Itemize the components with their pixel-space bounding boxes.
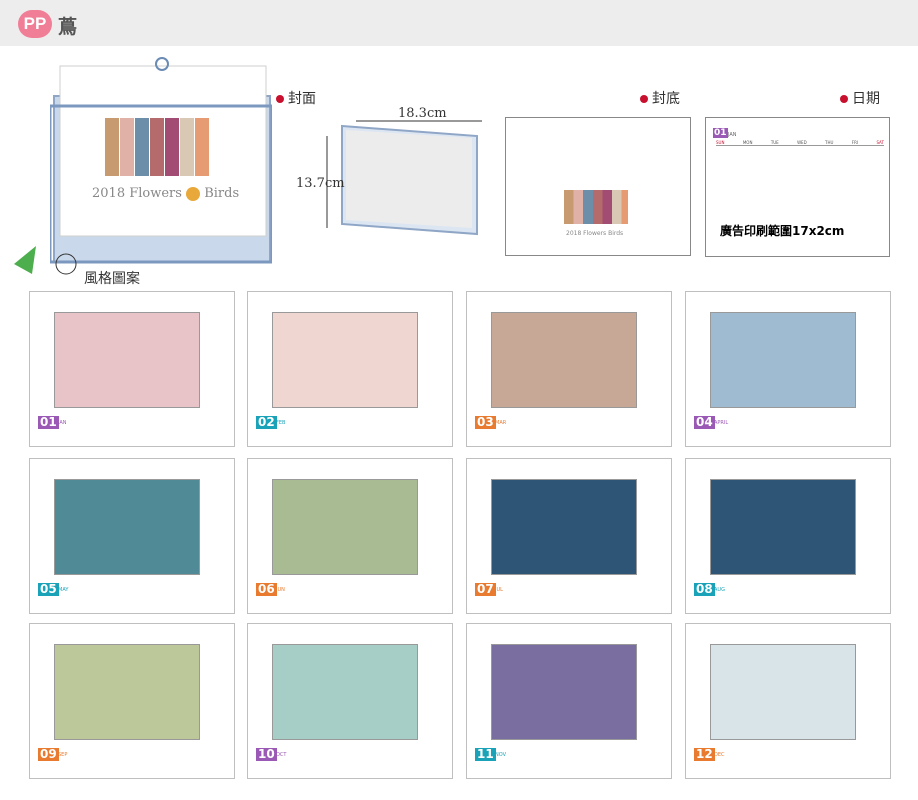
date-label: 日期 — [840, 88, 880, 108]
header-bar: PP 蔦 — [0, 0, 918, 46]
bird-artwork — [491, 312, 637, 408]
bird-artwork — [272, 479, 418, 575]
month-card[interactable]: 01 JAN — [29, 291, 235, 447]
month-name: SEP — [58, 752, 68, 758]
bird-artwork — [54, 312, 200, 408]
bullet-icon — [276, 95, 284, 103]
height-arrow — [326, 136, 328, 228]
month-card[interactable]: 10 OCT — [247, 623, 453, 779]
bird-artwork — [491, 479, 637, 575]
month-name: MAR — [495, 420, 507, 426]
bird-artwork — [710, 644, 856, 740]
month-number: 12 — [694, 747, 715, 761]
bird-artwork — [710, 479, 856, 575]
month-number: 05 — [38, 582, 59, 596]
weekday-label: SUN — [716, 140, 725, 145]
month-name: JAN — [58, 420, 67, 426]
pp-badge: PP — [18, 10, 52, 38]
weekday-row: SUN MON TUE WED THU FRI SAT — [716, 140, 884, 146]
month-number: 11 — [475, 747, 496, 761]
cover-title: 2018 Flowers Birds — [92, 186, 240, 201]
cover-label: 封面 — [276, 88, 316, 108]
month-name: APRIL — [714, 420, 729, 426]
cover-illustration — [50, 57, 272, 264]
month-number: 04 — [694, 415, 715, 429]
month-number: 06 — [256, 582, 277, 596]
date-grid — [716, 148, 884, 214]
style-section-label: 風格圖案 — [84, 271, 140, 287]
date-month-name: JAN — [728, 132, 737, 138]
weekday-label: WED — [797, 140, 807, 145]
weekday-label: SAT — [876, 140, 884, 145]
height-dimension: 13.7cm — [296, 176, 345, 191]
month-card[interactable]: 06 JUN — [247, 458, 453, 614]
bullet-icon — [640, 95, 648, 103]
ad-area-text: 廣告印刷範圍17x2cm — [720, 224, 845, 238]
month-name: JUL — [495, 587, 503, 593]
date-month-num: 01 — [713, 128, 728, 138]
month-number: 08 — [694, 582, 715, 596]
month-number: 07 — [475, 582, 496, 596]
bird-artwork — [491, 644, 637, 740]
month-number: 01 — [38, 415, 59, 429]
month-number: 02 — [256, 415, 277, 429]
month-card[interactable]: 11 NOV — [466, 623, 672, 779]
month-card[interactable]: 12 DEC — [685, 623, 891, 779]
bird-artwork — [710, 312, 856, 408]
bird-artwork — [54, 644, 200, 740]
leaf-person-icon — [14, 246, 77, 275]
weekday-label: FRI — [851, 140, 859, 145]
month-card[interactable]: 04 APRIL — [685, 291, 891, 447]
month-name: MAY — [58, 587, 69, 593]
back-cover: 2018 Flowers Birds — [505, 117, 691, 256]
month-name: FEB — [276, 420, 286, 426]
month-name: AUG — [714, 587, 725, 593]
month-name: JUN — [276, 587, 285, 593]
month-number: 09 — [38, 747, 59, 761]
date-panel: 01 JAN SUN MON TUE WED THU FRI SAT 廣告印刷範圍17x2c… — [705, 117, 890, 257]
bullet-icon — [840, 95, 848, 103]
month-number: 03 — [475, 415, 496, 429]
month-number: 10 — [256, 747, 277, 761]
month-card[interactable]: 02 FEB — [247, 291, 453, 447]
month-card[interactable]: 08 AUG — [685, 458, 891, 614]
month-card[interactable]: 05 MAY — [29, 458, 235, 614]
bird-artwork — [272, 312, 418, 408]
month-card[interactable]: 03 MAR — [466, 291, 672, 447]
back-title: 2018 Flowers Birds — [566, 230, 624, 237]
bird-artwork — [272, 644, 418, 740]
month-card[interactable]: 07 JUL — [466, 458, 672, 614]
weekday-label: MON — [742, 140, 753, 145]
stand-illustration — [341, 124, 478, 236]
page-title: 蔦 — [58, 16, 78, 38]
width-arrow — [356, 120, 482, 122]
month-card[interactable]: 09 SEP — [29, 623, 235, 779]
weekday-label: TUE — [770, 140, 779, 145]
back-art — [564, 190, 628, 224]
month-name: OCT — [276, 752, 287, 758]
bird-artwork — [54, 479, 200, 575]
back-label: 封底 — [640, 88, 680, 108]
month-name: DEC — [714, 752, 725, 758]
weekday-label: THU — [825, 140, 834, 145]
month-name: NOV — [495, 752, 507, 758]
